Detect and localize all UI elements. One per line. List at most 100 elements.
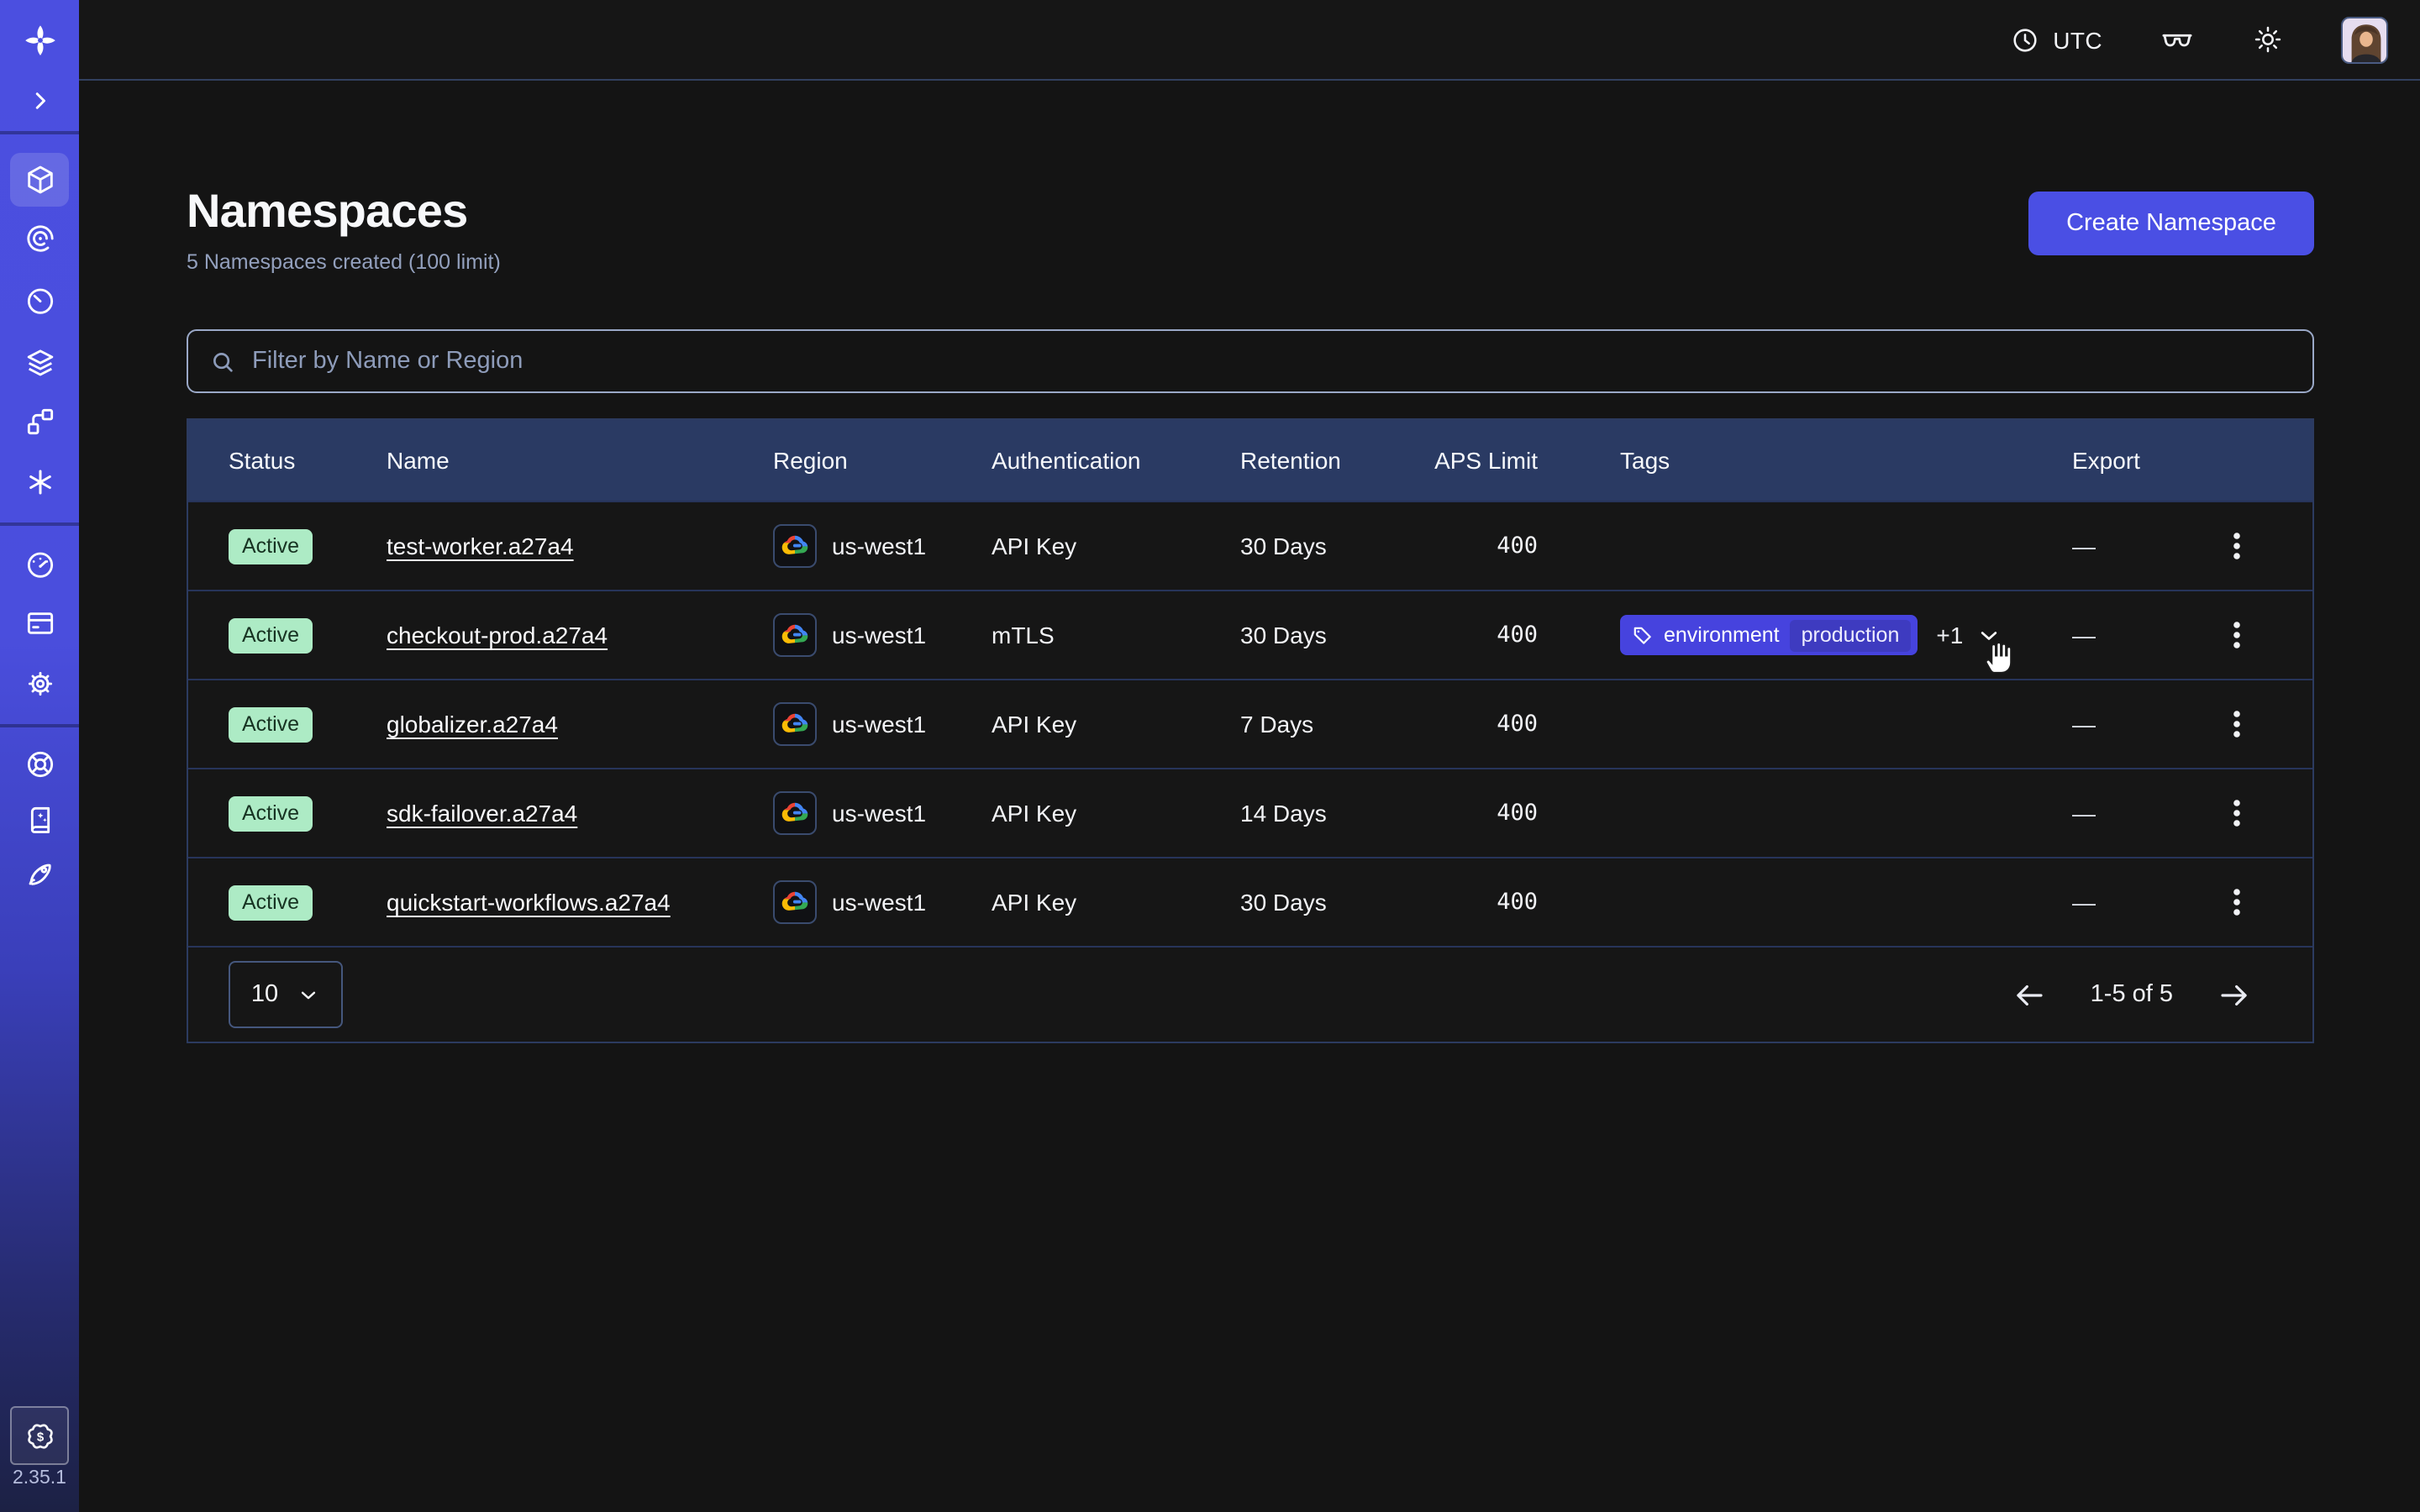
table-row: Active test-worker.a27a4 us-west1 API Ke… xyxy=(188,501,2312,590)
auth-value: API Key xyxy=(992,533,1240,559)
tag-chip[interactable]: environment production xyxy=(1620,615,1918,655)
export-value: — xyxy=(2067,622,2161,648)
sidebar-item-usage[interactable] xyxy=(0,538,79,591)
workflow-branch-icon xyxy=(23,405,56,438)
timezone-selector[interactable]: UTC xyxy=(2009,24,2102,55)
sidebar-item-batch-operations[interactable] xyxy=(0,395,79,449)
sidebar-expand-button[interactable] xyxy=(0,74,79,128)
page-header: Namespaces 5 Namespaces created (100 lim… xyxy=(187,185,2314,274)
aps-limit-value: 400 xyxy=(1432,533,1538,559)
sidebar: $ 2.35.1 xyxy=(0,0,79,1512)
credits-badge-button[interactable]: $ xyxy=(10,1406,69,1465)
sidebar-item-billing[interactable] xyxy=(0,596,79,650)
main-content: Namespaces 5 Namespaces created (100 lim… xyxy=(79,81,2420,1512)
kebab-icon xyxy=(2225,887,2249,917)
search-icon xyxy=(208,347,237,375)
rocket-icon xyxy=(23,857,56,890)
next-page-button[interactable] xyxy=(2213,974,2255,1016)
clock-icon xyxy=(2009,24,2039,55)
sidebar-item-settings[interactable] xyxy=(0,657,79,711)
col-header-authentication: Authentication xyxy=(992,447,1240,474)
aps-limit-value: 400 xyxy=(1432,711,1538,738)
namespace-link[interactable]: sdk-failover.a27a4 xyxy=(387,800,577,827)
page-size-select[interactable]: 10 xyxy=(229,961,343,1028)
auth-value: mTLS xyxy=(992,622,1240,648)
tag-key: environment xyxy=(1664,623,1780,647)
kebab-icon xyxy=(2225,531,2249,561)
row-menu-button[interactable] xyxy=(2218,702,2255,746)
chevron-down-icon xyxy=(1975,621,2003,649)
status-badge: Active xyxy=(229,617,313,653)
namespaces-table: Status Name Region Authentication Retent… xyxy=(187,418,2314,1043)
auth-value: API Key xyxy=(992,711,1240,738)
dollar-seal-icon: $ xyxy=(23,1419,56,1452)
cube-icon xyxy=(23,163,56,197)
kebab-icon xyxy=(2225,798,2249,828)
app-version: 2.35.1 xyxy=(0,1468,79,1488)
sidebar-item-workflows[interactable] xyxy=(0,212,79,265)
asterisk-icon xyxy=(23,465,56,499)
retention-value: 30 Days xyxy=(1240,622,1432,648)
temporal-logo-icon[interactable] xyxy=(0,13,79,67)
page-title-block: Namespaces 5 Namespaces created (100 lim… xyxy=(187,185,501,274)
status-badge: Active xyxy=(229,706,313,742)
page-subtitle: 5 Namespaces created (100 limit) xyxy=(187,250,501,274)
table-header-row: Status Name Region Authentication Retent… xyxy=(188,420,2312,501)
status-badge: Active xyxy=(229,528,313,564)
arrow-right-icon xyxy=(2217,977,2252,1012)
export-value: — xyxy=(2067,711,2161,738)
sidebar-item-getting-started[interactable] xyxy=(0,847,79,900)
sidebar-divider xyxy=(0,131,79,134)
sidebar-item-namespaces[interactable] xyxy=(0,153,79,207)
table-row: Active sdk-failover.a27a4 us-west1 API K… xyxy=(188,768,2312,857)
tags-cell: environment production +1 xyxy=(1620,615,2067,655)
col-header-region: Region xyxy=(773,447,992,474)
table-row: Active quickstart-workflows.a27a4 us-wes… xyxy=(188,857,2312,946)
spiral-icon xyxy=(23,222,56,255)
aps-limit-value: 400 xyxy=(1432,889,1538,916)
timer-icon xyxy=(23,284,56,318)
sidebar-item-support[interactable] xyxy=(0,738,79,791)
col-header-retention: Retention xyxy=(1240,447,1432,474)
pagination-range: 1-5 of 5 xyxy=(2091,981,2173,1008)
lifebuoy-icon xyxy=(23,748,56,781)
sidebar-item-schedules[interactable] xyxy=(0,274,79,328)
export-value: — xyxy=(2067,533,2161,559)
status-badge: Active xyxy=(229,885,313,920)
sun-icon xyxy=(2252,24,2284,55)
svg-text:$: $ xyxy=(36,1430,44,1444)
row-menu-button[interactable] xyxy=(2218,613,2255,657)
row-menu-button[interactable] xyxy=(2218,524,2255,568)
book-sparkle-icon xyxy=(23,803,56,837)
retention-value: 30 Days xyxy=(1240,889,1432,916)
chevron-down-icon xyxy=(295,982,320,1007)
labs-toggle-button[interactable] xyxy=(2160,22,2195,57)
region-label: us-west1 xyxy=(832,711,926,738)
row-menu-button[interactable] xyxy=(2218,791,2255,835)
browser-card-icon xyxy=(23,606,56,640)
tags-expand-button[interactable] xyxy=(1975,621,2003,649)
namespace-link[interactable]: globalizer.a27a4 xyxy=(387,711,558,738)
arrow-left-icon xyxy=(2012,977,2047,1012)
theme-toggle-button[interactable] xyxy=(2252,24,2284,55)
region-label: us-west1 xyxy=(832,889,926,916)
glasses-icon xyxy=(2160,22,2195,57)
namespace-link[interactable]: quickstart-workflows.a27a4 xyxy=(387,889,671,916)
user-avatar[interactable] xyxy=(2341,16,2388,63)
app-window: $ 2.35.1 UTC Namespaces 5 Namespaces cre… xyxy=(0,0,2420,1512)
page-title: Namespaces xyxy=(187,185,501,239)
search-input[interactable] xyxy=(252,348,2292,375)
create-namespace-button[interactable]: Create Namespace xyxy=(2028,192,2314,255)
export-value: — xyxy=(2067,889,2161,916)
namespace-link[interactable]: checkout-prod.a27a4 xyxy=(387,622,608,648)
row-menu-button[interactable] xyxy=(2218,880,2255,924)
table-row: Active globalizer.a27a4 us-west1 API Key… xyxy=(188,679,2312,768)
namespace-link[interactable]: test-worker.a27a4 xyxy=(387,533,574,559)
previous-page-button[interactable] xyxy=(2008,974,2050,1016)
aps-limit-value: 400 xyxy=(1432,622,1538,648)
col-header-export: Export xyxy=(2067,447,2161,474)
sidebar-item-docs[interactable] xyxy=(0,793,79,847)
sidebar-item-deployments[interactable] xyxy=(0,336,79,390)
sidebar-item-nexus[interactable] xyxy=(0,455,79,509)
sidebar-divider xyxy=(0,522,79,526)
